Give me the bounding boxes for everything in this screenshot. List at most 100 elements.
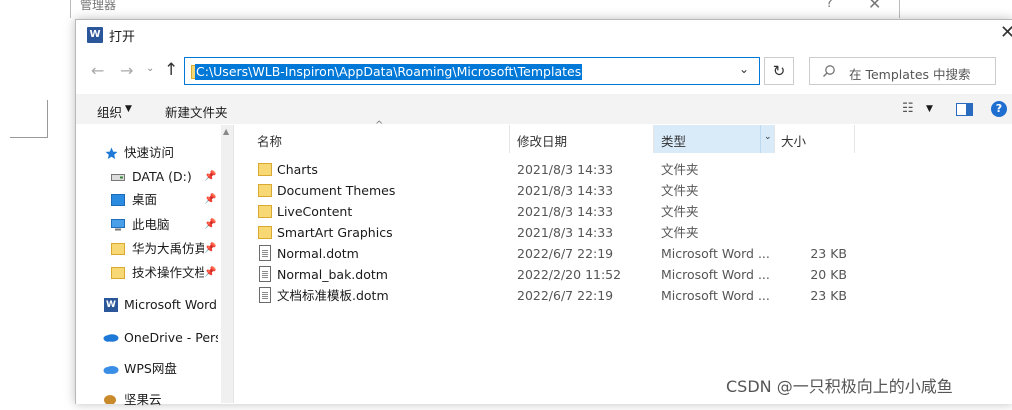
folder-icon [258, 163, 272, 176]
sidebar-item-microsoft-word[interactable]: Microsoft Word [124, 295, 218, 315]
file-row[interactable]: Normal.dotm 2022/6/7 22:19 Microsoft Wor… [256, 243, 856, 264]
back-arrow-icon[interactable]: ← [91, 61, 104, 80]
help-icon[interactable]: ? [991, 101, 1007, 117]
type-filter-chevron-icon[interactable]: ⌄ [764, 132, 772, 142]
file-type: Microsoft Word ... [661, 246, 770, 261]
address-dropdown-chevron-icon[interactable]: ⌄ [739, 62, 749, 76]
word-icon: W [104, 298, 118, 312]
file-name[interactable]: Normal_bak.dotm [277, 264, 388, 285]
file-size: 20 KB [810, 267, 847, 282]
file-date: 2021/8/3 14:33 [517, 204, 614, 219]
file-type: 文件夹 [661, 162, 699, 177]
file-size: 23 KB [810, 288, 847, 303]
pane-divider[interactable] [233, 125, 234, 403]
file-name[interactable]: Normal.dotm [277, 243, 359, 264]
background-help-button[interactable]: ? [826, 0, 833, 11]
folder-icon [111, 243, 125, 255]
desktop-folder-icon [111, 194, 125, 206]
sidebar-item-data-drive[interactable]: DATA (D:) [132, 167, 204, 187]
drive-icon [111, 174, 125, 181]
sidebar-item-tech-docs-folder[interactable]: 技术操作文档 [132, 263, 204, 283]
forward-arrow-icon[interactable]: → [120, 61, 133, 80]
column-divider[interactable] [774, 125, 775, 153]
pin-icon: 📌 [204, 243, 217, 254]
column-header-size[interactable]: 大小 [781, 131, 806, 150]
column-header-date[interactable]: 修改日期 [517, 131, 567, 150]
file-name[interactable]: 文档标准模板.dotm [277, 285, 389, 306]
file-name[interactable]: Document Themes [277, 180, 395, 201]
file-date: 2021/8/3 14:33 [517, 225, 614, 240]
up-arrow-icon[interactable]: ↑ [164, 60, 178, 80]
folder-icon [258, 226, 272, 239]
background-window [70, 0, 900, 18]
file-type: 文件夹 [661, 204, 699, 219]
file-date: 2022/2/20 11:52 [517, 267, 622, 282]
file-row[interactable]: LiveContent 2021/8/3 14:33 文件夹 [256, 201, 856, 222]
dialog-title: 打开 [109, 30, 136, 45]
new-folder-button[interactable]: 新建文件夹 [165, 102, 228, 121]
file-row[interactable]: Document Themes 2021/8/3 14:33 文件夹 [256, 180, 856, 201]
sidebar-item-desktop[interactable]: 桌面 [132, 190, 157, 210]
view-options-icon[interactable]: ☷ [902, 101, 914, 116]
pin-icon: 📌 [204, 267, 217, 278]
file-date: 2021/8/3 14:33 [517, 162, 614, 177]
search-placeholder: 在 Templates 中搜索 [849, 67, 971, 82]
folder-icon [258, 205, 272, 218]
sidebar-item-onedrive[interactable]: OneDrive - Personal [124, 328, 218, 348]
pin-icon: 📌 [204, 171, 217, 182]
sort-ascending-icon: ^ [375, 120, 384, 131]
file-type: 文件夹 [661, 225, 699, 240]
document-icon [259, 266, 271, 282]
file-size: 23 KB [810, 246, 847, 261]
sidebar-item-huawei-folder[interactable]: 华为大禹仿真 [132, 239, 204, 259]
watermark: CSDN @一只积极向上的小咸鱼 [726, 377, 953, 396]
pin-icon: 📌 [204, 194, 217, 205]
address-path[interactable]: C:\Users\WLB-Inspiron\AppData\Roaming\Mi… [195, 64, 583, 80]
view-options-caret-icon[interactable]: ▼ [926, 104, 933, 114]
file-date: 2022/6/7 22:19 [517, 246, 614, 261]
word-app-icon: W [87, 27, 103, 43]
column-divider[interactable] [653, 125, 654, 153]
pin-icon: 📌 [204, 219, 217, 230]
preview-pane-icon[interactable] [956, 103, 973, 116]
folder-icon [258, 184, 272, 197]
file-size [776, 180, 847, 201]
organize-button[interactable]: 组织 [97, 102, 122, 121]
onedrive-cloud-icon [103, 334, 119, 342]
wps-cloud-icon [103, 366, 119, 374]
quick-access-star-icon [105, 147, 118, 159]
file-name[interactable]: Charts [277, 159, 318, 180]
file-type: Microsoft Word ... [661, 267, 770, 282]
organize-caret-icon[interactable]: ▼ [125, 104, 132, 114]
column-header-type[interactable]: 类型 [661, 131, 686, 150]
search-icon [823, 65, 835, 77]
navigation-pane-scrollbar[interactable] [221, 125, 233, 403]
refresh-icon[interactable]: ↻ [764, 57, 794, 85]
file-size [776, 222, 847, 243]
sidebar-item-quick-access[interactable]: 快速访问 [124, 143, 174, 163]
file-row[interactable]: Normal_bak.dotm 2022/2/20 11:52 Microsof… [256, 264, 856, 285]
background-close-button[interactable]: ✕ [868, 0, 881, 13]
document-icon [259, 287, 271, 303]
file-type: Microsoft Word ... [661, 288, 770, 303]
column-header-name[interactable]: 名称 [257, 131, 282, 150]
sidebar-item-wps-drive[interactable]: WPS网盘 [124, 359, 177, 379]
file-name[interactable]: SmartArt Graphics [277, 222, 393, 243]
recent-locations-chevron-icon[interactable]: ⌄ [146, 63, 154, 74]
background-window-title: 管理器 [80, 0, 117, 12]
column-divider[interactable] [854, 125, 855, 153]
file-date: 2022/6/7 22:19 [517, 288, 614, 303]
column-divider[interactable] [509, 125, 510, 153]
file-row[interactable]: Charts 2021/8/3 14:33 文件夹 [256, 159, 856, 180]
computer-icon [111, 219, 125, 231]
scroll-up-icon[interactable]: ▲ [223, 127, 229, 136]
background-divider [10, 137, 48, 138]
file-row[interactable]: SmartArt Graphics 2021/8/3 14:33 文件夹 [256, 222, 856, 243]
file-row[interactable]: 文档标准模板.dotm 2022/6/7 22:19 Microsoft Wor… [256, 285, 856, 306]
sidebar-item-this-pc[interactable]: 此电脑 [132, 215, 170, 235]
folder-icon [111, 267, 125, 279]
close-icon[interactable]: ✕ [1000, 22, 1012, 43]
file-name[interactable]: LiveContent [277, 201, 352, 222]
file-size [776, 159, 847, 180]
sidebar-item-jianguoyun[interactable]: 坚果云 [124, 390, 162, 410]
